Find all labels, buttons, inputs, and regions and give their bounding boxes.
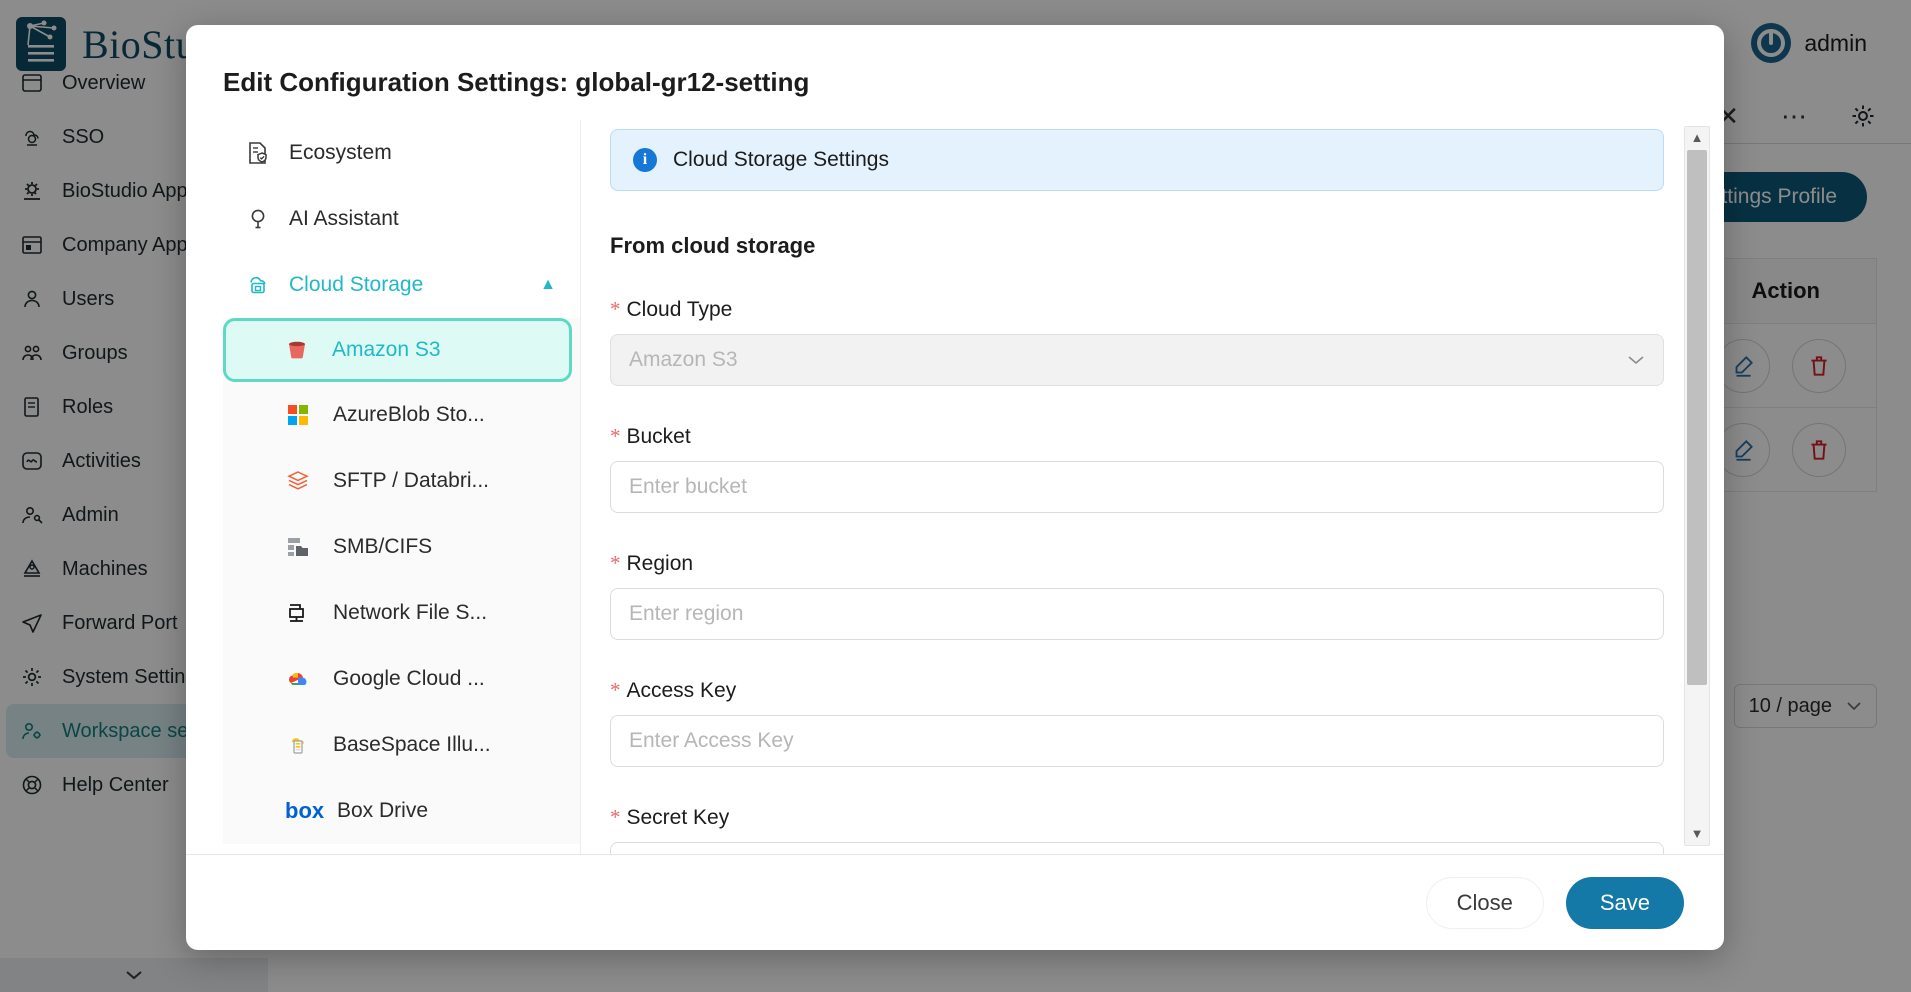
modal-nav-item-ai-assistant[interactable]: AI Assistant — [223, 186, 580, 252]
modal-nav-item-smb-cifs[interactable]: SMB/CIFS — [223, 514, 580, 580]
modal-nav-label: Amazon S3 — [332, 338, 441, 361]
smb-cifs-server-icon — [288, 538, 308, 556]
region-placeholder: Enter region — [629, 602, 744, 625]
info-icon: i — [633, 148, 657, 172]
basespace-illumina-icon — [292, 738, 304, 754]
modal-nav-item-azureblob-storage[interactable]: AzureBlob Sto... — [223, 382, 580, 448]
ai-bulb-icon — [251, 209, 265, 229]
bucket-input[interactable]: Enter bucket — [610, 461, 1664, 513]
google-cloud-icon — [289, 672, 307, 685]
field-access-key: * Access Key Enter Access Key — [610, 678, 1664, 767]
modal-nav-label: Network File S... — [333, 601, 488, 624]
modal-nav-label: SMB/CIFS — [333, 535, 433, 558]
required-asterisk: * — [610, 551, 621, 575]
modal-nav-item-box-drive[interactable]: box Box Drive — [223, 778, 580, 844]
modal-settings-nav: Ecosystem AI Assistant Cloud Storage ▲ A… — [223, 120, 581, 854]
modal-nav-sublist: Amazon S3 AzureBlob Sto... SFTP / Databr… — [223, 318, 580, 844]
modal-nav-item-sftp-databricks[interactable]: SFTP / Databri... — [223, 448, 580, 514]
label-text: Bucket — [626, 425, 691, 448]
field-label: * Cloud Type — [610, 297, 1664, 322]
databricks-icon — [287, 471, 309, 490]
required-asterisk: * — [610, 805, 621, 829]
scroll-up-arrow-icon[interactable]: ▲ — [1691, 127, 1704, 149]
required-asterisk: * — [610, 297, 621, 321]
label-text: Secret Key — [626, 806, 730, 829]
ecosystem-document-shield-icon — [249, 142, 267, 164]
label-text: Cloud Type — [626, 298, 733, 321]
form-scrollbar[interactable]: ▲ ▼ — [1684, 126, 1710, 846]
field-label: * Bucket — [610, 424, 1664, 449]
screen: BioStudio admin Overview SSO BioStudio A… — [0, 0, 1911, 992]
secret-key-input[interactable]: Enter Secret Key — [610, 842, 1664, 854]
modal-nav-label: AzureBlob Sto... — [333, 403, 485, 426]
section-title: From cloud storage — [610, 233, 816, 258]
access-key-placeholder: Enter Access Key — [629, 729, 794, 752]
modal-nav-label: Box Drive — [337, 799, 429, 822]
modal-nav-item-google-cloud[interactable]: Google Cloud ... — [223, 646, 580, 712]
edit-configuration-modal: Edit Configuration Settings: global-gr12… — [186, 25, 1724, 950]
field-label: * Region — [610, 551, 1664, 576]
required-asterisk: * — [610, 678, 621, 702]
region-input[interactable]: Enter region — [610, 588, 1664, 640]
modal-nav-label: SFTP / Databri... — [333, 469, 489, 492]
field-label: * Access Key — [610, 678, 1664, 703]
chevron-up-icon[interactable]: ▲ — [540, 276, 556, 294]
nfs-monitor-icon — [289, 604, 304, 622]
modal-nav-label: Cloud Storage — [289, 273, 424, 296]
cloud-type-value: Amazon S3 — [629, 348, 738, 371]
scrollbar-thumb[interactable] — [1687, 150, 1707, 685]
modal-nav-item-network-file-system[interactable]: Network File S... — [223, 580, 580, 646]
modal-nav-item-basespace-illumina[interactable]: BaseSpace Illu... — [223, 712, 580, 778]
close-button[interactable]: Close — [1425, 876, 1544, 929]
cloud-storage-settings-alert: i Cloud Storage Settings — [610, 129, 1664, 191]
modal-footer: Close Save — [186, 854, 1724, 950]
modal-nav-label: Google Cloud ... — [333, 667, 485, 690]
access-key-input[interactable]: Enter Access Key — [610, 715, 1664, 767]
cloud-storage-icon — [250, 276, 266, 294]
label-text: Region — [626, 552, 694, 575]
required-asterisk: * — [610, 424, 621, 448]
modal-nav-group-cloud-storage[interactable]: Cloud Storage ▲ — [223, 252, 580, 318]
chevron-down-icon — [1628, 355, 1644, 364]
alert-text: Cloud Storage Settings — [673, 148, 889, 171]
field-region: * Region Enter region — [610, 551, 1664, 640]
modal-nav-label: BaseSpace Illu... — [333, 733, 491, 756]
box-drive-icon: box — [285, 798, 325, 823]
label-text: Access Key — [626, 679, 737, 702]
amazon-s3-bucket-icon — [289, 341, 305, 359]
azure-blob-icon — [288, 405, 308, 425]
modal-body: Ecosystem AI Assistant Cloud Storage ▲ A… — [186, 120, 1724, 854]
modal-title: Edit Configuration Settings: global-gr12… — [223, 67, 810, 97]
field-cloud-type: * Cloud Type Amazon S3 — [610, 297, 1664, 386]
cloud-type-select[interactable]: Amazon S3 — [610, 334, 1664, 386]
bucket-placeholder: Enter bucket — [629, 475, 747, 498]
modal-form-panel: i Cloud Storage Settings From cloud stor… — [581, 120, 1724, 854]
modal-nav-label: Ecosystem — [289, 141, 392, 164]
save-button[interactable]: Save — [1565, 876, 1684, 929]
scroll-down-arrow-icon[interactable]: ▼ — [1691, 823, 1704, 845]
field-bucket: * Bucket Enter bucket — [610, 424, 1664, 513]
modal-nav-item-amazon-s3[interactable]: Amazon S3 — [223, 318, 572, 382]
field-label: * Secret Key — [610, 805, 1664, 830]
modal-nav-label: AI Assistant — [289, 207, 399, 230]
field-secret-key: *Secret Key Enter Secret Key — [610, 805, 1664, 854]
modal-nav-item-ecosystem[interactable]: Ecosystem — [223, 120, 580, 186]
